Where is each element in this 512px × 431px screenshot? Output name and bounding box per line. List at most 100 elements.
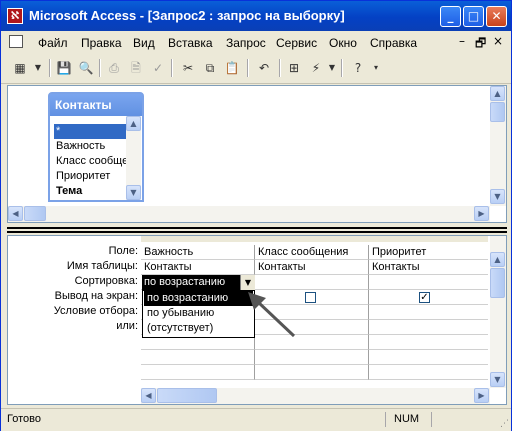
grid-cell-empty[interactable] [369, 365, 488, 380]
grid-cell-field[interactable]: Приоритет [369, 245, 488, 260]
grid-cell-empty[interactable] [141, 365, 255, 380]
maximize-button[interactable]: □ [463, 6, 484, 27]
help-icon[interactable]: ? [349, 59, 367, 77]
toolbar: ▦ ▼ 💾 🔍 ⎙ 🗎 ✓ ✂ ⧉ 📋 ↶ ⊞ ⚡ ▼ ? ▾ [1, 53, 511, 84]
grid-cell-sort[interactable] [369, 275, 488, 290]
grid-cell-empty[interactable] [255, 350, 369, 365]
grid-cell-table[interactable]: Контакты [141, 260, 255, 275]
grid-cell-table[interactable]: Контакты [255, 260, 369, 275]
scroll-up-icon[interactable]: ▲ [490, 252, 505, 267]
num-lock-indicator: NUM [394, 413, 420, 425]
grid-cell-empty[interactable] [369, 350, 488, 365]
print-icon[interactable]: ⎙ [105, 59, 123, 77]
cut-icon[interactable]: ✂ [179, 59, 197, 77]
menu-insert[interactable]: Вставка [168, 36, 213, 50]
save-icon[interactable]: 💾 [55, 59, 73, 77]
scroll-thumb[interactable] [490, 102, 505, 122]
minimize-button[interactable]: _ [440, 6, 461, 27]
scroll-up-icon[interactable]: ▲ [490, 86, 505, 101]
access-icon: ℵ [7, 8, 23, 24]
grid-cell-show[interactable]: ✓ [369, 290, 488, 305]
show-checkbox[interactable] [305, 292, 316, 303]
menu-file[interactable]: Файл [38, 36, 68, 50]
field-list-title[interactable]: Контакты [50, 94, 142, 116]
row-label-table: Имя таблицы: [66, 260, 138, 272]
row-label-sort: Сортировка: [74, 275, 138, 287]
undo-icon[interactable]: ↶ [255, 59, 273, 77]
window-title: Microsoft Access - [Запрос2 : запрос на … [29, 8, 345, 23]
field-list-item[interactable]: Тема [54, 184, 128, 199]
field-list-item[interactable]: Класс сообщения [54, 154, 128, 169]
print-preview-icon[interactable]: 🗎 [127, 59, 145, 77]
column-selector[interactable] [255, 236, 370, 242]
scroll-right-icon[interactable]: ▶ [474, 206, 489, 221]
scroll-down-icon[interactable]: ▼ [490, 372, 505, 387]
search-icon[interactable]: 🔍 [77, 59, 95, 77]
grid-cell-empty[interactable] [369, 335, 488, 350]
upper-horizontal-scrollbar[interactable]: ◀ ▶ [8, 206, 490, 222]
field-list-scrollbar[interactable]: ▲ ▼ [126, 116, 141, 200]
grid-vertical-scrollbar[interactable]: ▲ ▼ [490, 236, 506, 388]
menu-window[interactable]: Окно [329, 36, 357, 50]
scroll-thumb[interactable] [24, 206, 46, 221]
grid-horizontal-scrollbar[interactable]: ◀ ▶ [141, 388, 490, 404]
spelling-icon[interactable]: ✓ [149, 59, 167, 77]
row-label-criteria: Условие отбора: [53, 305, 138, 317]
menu-view[interactable]: Вид [133, 36, 155, 50]
view-dropdown-icon[interactable]: ▼ [29, 59, 47, 77]
scroll-thumb[interactable] [157, 388, 217, 403]
status-bar: Готово NUM ⋰ [1, 408, 511, 431]
close-button[interactable]: ✕ [486, 6, 507, 27]
copy-icon[interactable]: ⧉ [201, 59, 219, 77]
grid-cell-empty[interactable] [255, 365, 369, 380]
scroll-down-icon[interactable]: ▼ [126, 185, 141, 200]
menu-help[interactable]: Справка [370, 36, 417, 50]
field-list-item[interactable]: Приоритет [54, 169, 128, 184]
menu-query[interactable]: Запрос [226, 36, 266, 50]
column-selector[interactable] [141, 236, 256, 242]
dropdown-option-descending[interactable]: по убыванию [144, 306, 253, 321]
paste-icon[interactable]: 📋 [223, 59, 241, 77]
grid-cell-table[interactable]: Контакты [369, 260, 488, 275]
datasheet-view-icon[interactable]: ▦ [11, 59, 29, 77]
row-label-or: или: [116, 320, 138, 332]
grid-cell-criteria[interactable] [369, 305, 488, 320]
status-text: Готово [7, 413, 41, 425]
scroll-right-icon[interactable]: ▶ [474, 388, 489, 403]
scroll-down-icon[interactable]: ▼ [490, 189, 505, 204]
show-checkbox-checked[interactable]: ✓ [419, 292, 430, 303]
query-type-icon[interactable]: ⊞ [285, 59, 303, 77]
toolbar-options-icon[interactable]: ▾ [367, 59, 385, 77]
scroll-left-icon[interactable]: ◀ [8, 206, 23, 221]
field-list-item[interactable]: * [54, 124, 128, 139]
dropdown-option-none[interactable]: (отсутствует) [144, 321, 253, 336]
mdi-minimize-button[interactable]: – [459, 34, 465, 48]
resize-grip-icon[interactable]: ⋰ [500, 419, 509, 429]
sort-dropdown-list: по возрастанию по убыванию (отсутствует) [142, 290, 255, 338]
mdi-close-button[interactable]: × [493, 34, 503, 48]
title-bar[interactable]: ℵ Microsoft Access - [Запрос2 : запрос н… [1, 1, 511, 31]
grid-cell-empty[interactable] [141, 350, 255, 365]
dropdown-option-ascending[interactable]: по возрастанию [144, 291, 253, 306]
grid-cell-field[interactable]: Важность [141, 245, 255, 260]
sort-combobox[interactable]: по возрастанию ▼ [142, 275, 255, 290]
query-grid-pane: Поле: Имя таблицы: Сортировка: Вывод на … [7, 235, 507, 405]
pane-splitter[interactable] [7, 227, 507, 233]
field-list-item[interactable]: Важность [54, 139, 128, 154]
grid-cell-field[interactable]: Класс сообщения [255, 245, 369, 260]
grid-cell-or[interactable] [369, 320, 488, 335]
access-window: ℵ Microsoft Access - [Запрос2 : запрос н… [0, 0, 512, 431]
document-icon[interactable] [9, 35, 23, 48]
field-list[interactable]: Контакты * Важность Класс сообщения Прио… [48, 92, 144, 202]
menu-bar: Файл Правка Вид Вставка Запрос Сервис Ок… [1, 31, 511, 53]
column-selector[interactable] [369, 236, 488, 242]
menu-edit[interactable]: Правка [81, 36, 122, 50]
pointer-arrow-icon [248, 292, 296, 338]
run-dropdown-icon[interactable]: ▼ [323, 59, 341, 77]
scroll-thumb[interactable] [490, 268, 505, 298]
upper-vertical-scrollbar[interactable]: ▲ ▼ [490, 86, 506, 206]
scroll-up-icon[interactable]: ▲ [126, 116, 141, 131]
mdi-restore-button[interactable]: 🗗 [475, 34, 486, 55]
scroll-left-icon[interactable]: ◀ [141, 388, 156, 403]
menu-tools[interactable]: Сервис [276, 36, 317, 50]
